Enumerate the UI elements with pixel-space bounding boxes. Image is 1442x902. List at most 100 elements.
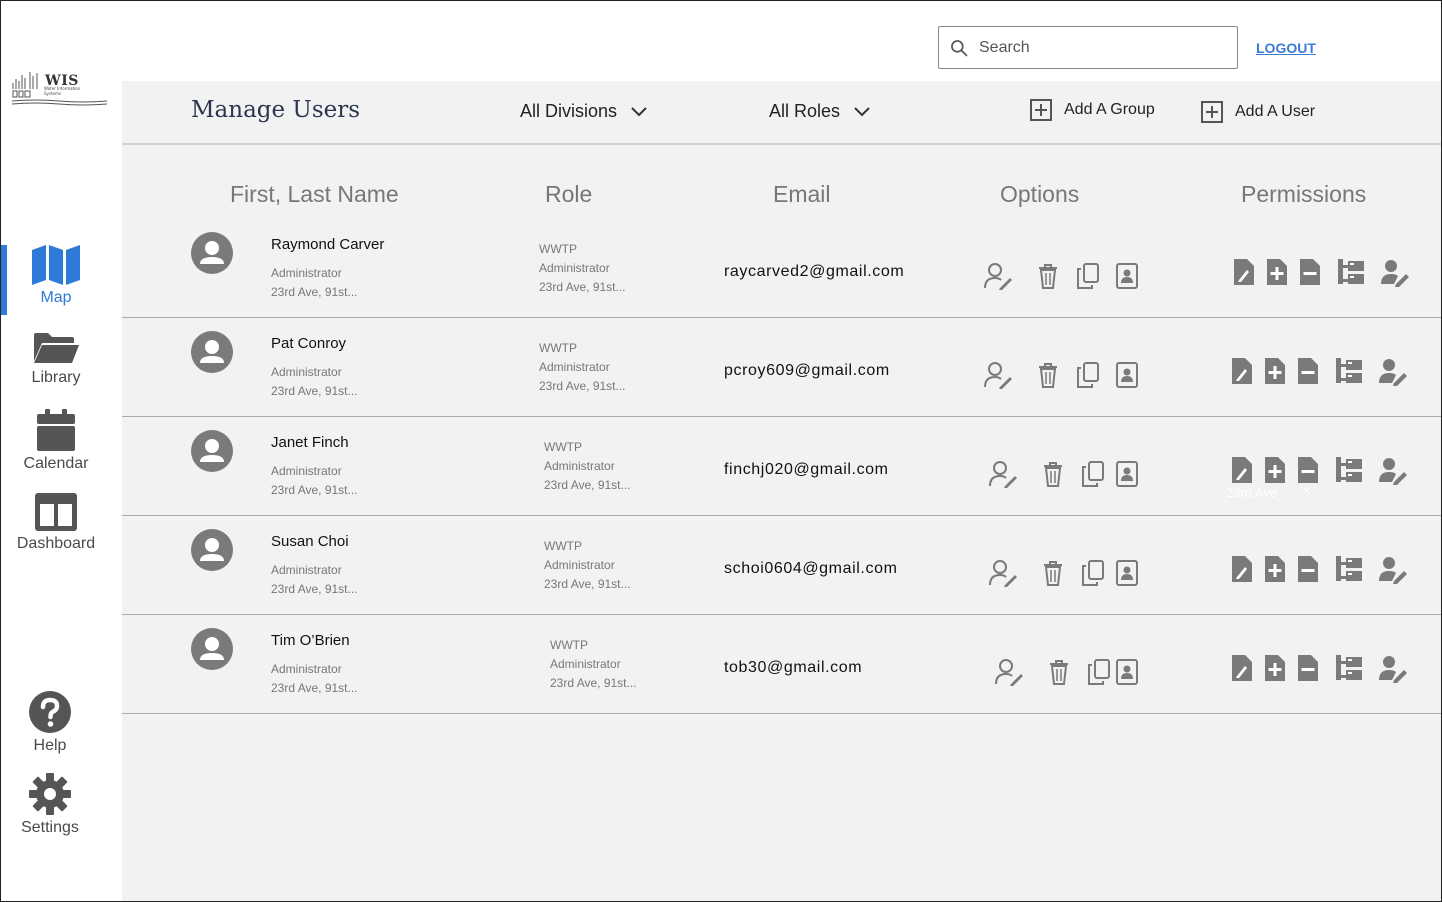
remove-document-icon[interactable]: [1293, 554, 1323, 584]
copy-icon[interactable]: [1078, 558, 1108, 588]
user-email[interactable]: schoi0604@gmail.com: [724, 560, 898, 578]
user-name[interactable]: Susan Choi: [271, 533, 349, 550]
contact-card-icon[interactable]: [1112, 261, 1142, 291]
ghost-close-icon: ×: [1303, 483, 1311, 498]
remove-document-icon[interactable]: [1293, 455, 1323, 485]
role-title: Administrator: [539, 360, 610, 374]
role-title: Administrator: [539, 261, 610, 275]
role-filter-dropdown[interactable]: All Roles: [769, 101, 870, 122]
user-address: 23rd Ave, 91st...: [271, 384, 358, 398]
sidebar-item-map[interactable]: Map: [1, 245, 111, 307]
delete-icon[interactable]: [1044, 657, 1074, 687]
sidebar-item-settings[interactable]: Settings: [1, 773, 105, 837]
user-address: 23rd Ave, 91st...: [271, 681, 358, 695]
sidebar-item-label: Calendar: [23, 455, 89, 472]
chevron-down-icon: [631, 106, 647, 116]
delete-icon[interactable]: [1038, 459, 1068, 489]
add-user-button[interactable]: Add A User: [1201, 101, 1315, 123]
user-permission-icon[interactable]: [1378, 554, 1408, 584]
edit-user-icon[interactable]: [983, 261, 1013, 291]
add-document-icon[interactable]: [1262, 257, 1292, 287]
remove-document-icon[interactable]: [1293, 356, 1323, 386]
edit-document-icon[interactable]: [1227, 455, 1257, 485]
sidebar-item-label: Library: [31, 369, 81, 386]
delete-icon[interactable]: [1033, 360, 1063, 390]
add-document-icon[interactable]: [1260, 554, 1290, 584]
user-permission-icon[interactable]: [1378, 356, 1408, 386]
search-icon: [951, 39, 968, 56]
user-permission-icon[interactable]: [1378, 653, 1408, 683]
user-title: Administrator: [271, 464, 342, 478]
avatar-icon: [191, 232, 233, 274]
folder-tree-icon[interactable]: [1334, 653, 1364, 683]
sidebar-item-library[interactable]: Library: [1, 331, 111, 387]
sidebar-item-dashboard[interactable]: Dashboard: [1, 493, 111, 553]
folder-tree-icon[interactable]: [1334, 356, 1364, 386]
user-address: 23rd Ave, 91st...: [271, 483, 358, 497]
add-user-label: Add A User: [1235, 103, 1316, 120]
add-document-icon[interactable]: [1260, 356, 1290, 386]
copy-icon[interactable]: [1073, 261, 1103, 291]
column-header-name: First, Last Name: [230, 181, 399, 207]
contact-card-icon[interactable]: [1112, 459, 1142, 489]
column-header-options: Options: [1000, 181, 1080, 207]
user-title: Administrator: [271, 266, 342, 280]
edit-document-icon[interactable]: [1227, 653, 1257, 683]
add-document-icon[interactable]: [1260, 455, 1290, 485]
remove-document-icon[interactable]: [1295, 257, 1325, 287]
folder-tree-icon[interactable]: [1336, 257, 1366, 287]
app-window: LOGOUT Water Information Systems WIS Map…: [0, 0, 1442, 902]
folder-tree-icon[interactable]: [1334, 455, 1364, 485]
user-permission-icon[interactable]: [1378, 455, 1408, 485]
folder-tree-icon[interactable]: [1334, 554, 1364, 584]
edit-user-icon[interactable]: [994, 657, 1024, 687]
copy-icon[interactable]: [1084, 657, 1114, 687]
user-title: Administrator: [271, 662, 342, 676]
sidebar-item-help[interactable]: Help: [1, 691, 105, 755]
help-icon: [29, 691, 71, 733]
user-email[interactable]: raycarved2@gmail.com: [724, 263, 904, 281]
user-address: 23rd Ave, 91st...: [271, 285, 358, 299]
user-permission-icon[interactable]: [1380, 257, 1410, 287]
sidebar-item-label: Help: [33, 737, 67, 754]
role-title: Administrator: [550, 657, 621, 671]
user-name[interactable]: Janet Finch: [271, 434, 349, 451]
role-org: WWTP: [544, 539, 582, 553]
add-document-icon[interactable]: [1260, 653, 1290, 683]
search-box[interactable]: [938, 26, 1238, 69]
edit-user-icon[interactable]: [988, 558, 1018, 588]
search-input[interactable]: [979, 38, 1219, 57]
role-title: Administrator: [544, 459, 615, 473]
edit-user-icon[interactable]: [988, 459, 1018, 489]
user-name[interactable]: Tim O’Brien: [271, 632, 350, 649]
user-email[interactable]: pcroy609@gmail.com: [724, 362, 890, 380]
delete-icon[interactable]: [1038, 558, 1068, 588]
sidebar-item-calendar[interactable]: Calendar: [1, 409, 111, 473]
logout-link[interactable]: LOGOUT: [1256, 40, 1316, 56]
user-name[interactable]: Raymond Carver: [271, 236, 384, 253]
user-title: Administrator: [271, 563, 342, 577]
chevron-down-icon: [854, 106, 870, 116]
map-icon: [32, 245, 80, 285]
copy-icon[interactable]: [1073, 360, 1103, 390]
division-filter-dropdown[interactable]: All Divisions: [520, 101, 647, 122]
edit-document-icon[interactable]: [1229, 257, 1259, 287]
main-panel: Manage Users All Divisions All Roles Add…: [122, 81, 1441, 901]
user-email[interactable]: finchj020@gmail.com: [724, 461, 889, 479]
contact-card-icon[interactable]: [1112, 558, 1142, 588]
remove-document-icon[interactable]: [1293, 653, 1323, 683]
copy-icon[interactable]: [1078, 459, 1108, 489]
gear-icon: [29, 773, 71, 815]
edit-document-icon[interactable]: [1227, 554, 1257, 584]
delete-icon[interactable]: [1033, 261, 1063, 291]
toolbar: Manage Users All Divisions All Roles Add…: [122, 81, 1441, 145]
column-header-email: Email: [773, 181, 831, 207]
user-name[interactable]: Pat Conroy: [271, 335, 346, 352]
user-email[interactable]: tob30@gmail.com: [724, 659, 862, 677]
contact-card-icon[interactable]: [1112, 360, 1142, 390]
table-row: Tim O’Brien Administrator 23rd Ave, 91st…: [122, 615, 1441, 714]
edit-user-icon[interactable]: [983, 360, 1013, 390]
add-group-button[interactable]: Add A Group: [1030, 99, 1155, 121]
contact-card-icon[interactable]: [1112, 657, 1142, 687]
edit-document-icon[interactable]: [1227, 356, 1257, 386]
